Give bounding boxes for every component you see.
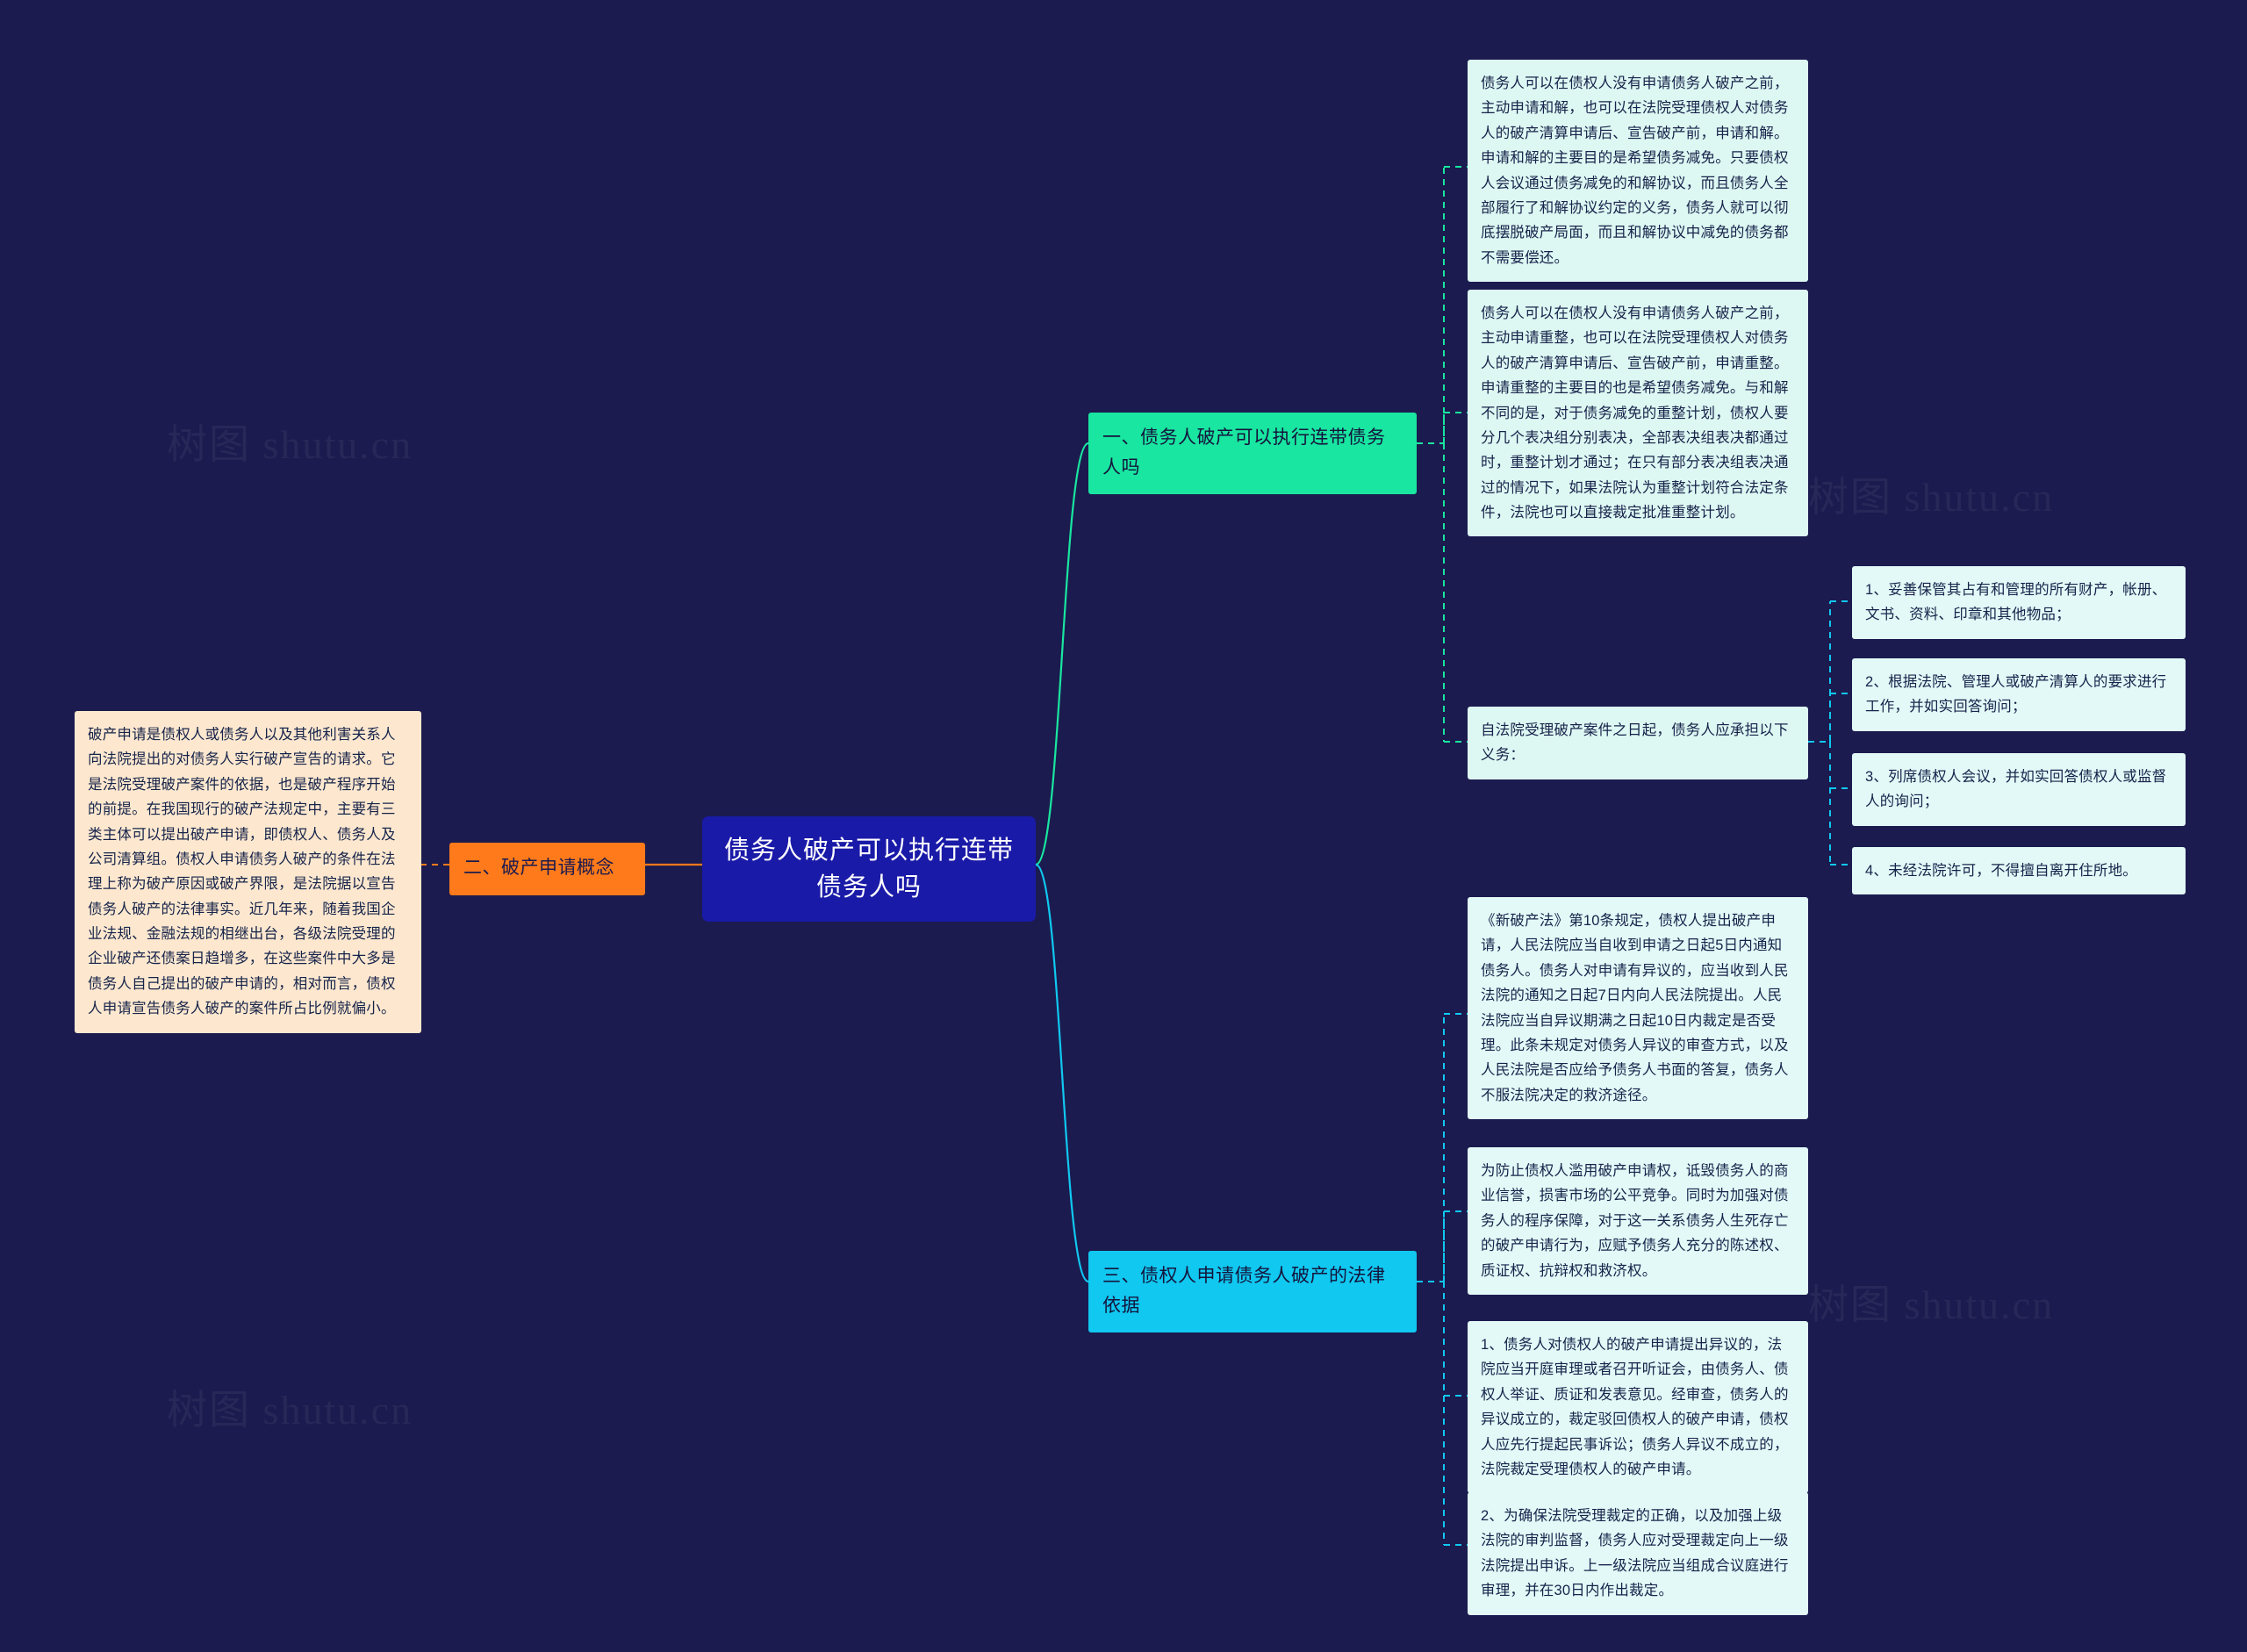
leaf-b1-sub2[interactable]: 2、根据法院、管理人或破产清算人的要求进行工作，并如实回答询问； <box>1852 658 2186 731</box>
leaf-b1-sub3[interactable]: 3、列席债权人会议，并如实回答债权人或监督人的询问； <box>1852 753 2186 826</box>
leaf-b3-item1[interactable]: 《新破产法》第10条规定，债权人提出破产申请，人民法院应当自收到申请之日起5日内… <box>1468 897 1808 1119</box>
leaf-b3-item2[interactable]: 为防止债权人滥用破产申请权，诋毁债务人的商业信誉，损害市场的公平竞争。同时为加强… <box>1468 1147 1808 1295</box>
leaf-b1-item1[interactable]: 债务人可以在债权人没有申请债务人破产之前，主动申请和解，也可以在法院受理债权人对… <box>1468 60 1808 282</box>
watermark: 树图 shutu.cn <box>167 1388 413 1433</box>
root-node[interactable]: 债务人破产可以执行连带债务人吗 <box>702 816 1036 923</box>
branch-node-2[interactable]: 二、破产申请概念 <box>449 843 645 895</box>
branch-node-1[interactable]: 一、债务人破产可以执行连带债务人吗 <box>1088 413 1417 495</box>
leaf-b1-sub4[interactable]: 4、未经法院许可，不得擅自离开住所地。 <box>1852 847 2186 895</box>
watermark: 树图 shutu.cn <box>1808 1282 2055 1327</box>
leaf-b1-sub1[interactable]: 1、妥善保管其占有和管理的所有财产，帐册、文书、资料、印章和其他物品； <box>1852 566 2186 639</box>
branch-node-3[interactable]: 三、债权人申请债务人破产的法律依据 <box>1088 1251 1417 1333</box>
watermark: 树图 shutu.cn <box>167 422 413 467</box>
leaf-b3-item4[interactable]: 2、为确保法院受理裁定的正确，以及加强上级法院的审判监督，债务人应对受理裁定向上… <box>1468 1492 1808 1615</box>
watermark: 树图 shutu.cn <box>1808 475 2055 520</box>
leaf-b1-item2[interactable]: 债务人可以在债权人没有申请债务人破产之前，主动申请重整，也可以在法院受理债权人对… <box>1468 290 1808 537</box>
leaf-b3-item3[interactable]: 1、债务人对债权人的破产申请提出异议的，法院应当开庭审理或者召开听证会，由债务人… <box>1468 1321 1808 1494</box>
leaf-concept[interactable]: 破产申请是债权人或债务人以及其他利害关系人向法院提出的对债务人实行破产宣告的请求… <box>75 711 421 1033</box>
leaf-b1-item3[interactable]: 自法院受理破产案件之日起，债务人应承担以下义务： <box>1468 707 1808 779</box>
